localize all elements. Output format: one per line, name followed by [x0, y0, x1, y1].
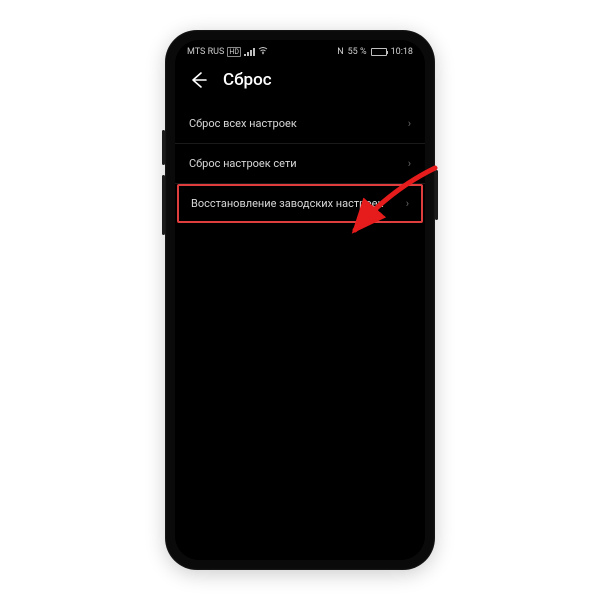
power-button	[435, 170, 438, 220]
list-item-reset-all[interactable]: Сброс всех настроек ›	[175, 104, 425, 144]
signal-icon	[244, 48, 255, 56]
list-item-label: Сброс всех настроек	[189, 117, 297, 130]
nfc-icon: N	[337, 47, 343, 57]
header: Сброс	[175, 60, 425, 104]
carrier-label: MTS RUS	[187, 47, 224, 57]
list-item-reset-network[interactable]: Сброс настроек сети ›	[175, 144, 425, 184]
battery-percentage: 55 %	[348, 47, 367, 57]
network-badge: HD	[227, 47, 241, 57]
battery-icon	[371, 48, 387, 56]
status-left: MTS RUS HD	[187, 47, 268, 58]
screen: MTS RUS HD N 55 % 10:18	[175, 40, 425, 560]
settings-list: Сброс всех настроек › Сброс настроек сет…	[175, 104, 425, 223]
status-bar: MTS RUS HD N 55 % 10:18	[175, 40, 425, 60]
volume-up-button	[162, 130, 165, 165]
status-right: N 55 % 10:18	[337, 47, 413, 57]
chevron-right-icon: ›	[406, 197, 409, 210]
arrow-left-icon	[189, 71, 207, 89]
chevron-right-icon: ›	[408, 157, 411, 170]
wifi-icon	[258, 47, 268, 58]
back-button[interactable]	[189, 71, 207, 89]
clock: 10:18	[391, 47, 413, 57]
volume-down-button	[162, 175, 165, 235]
phone-frame: MTS RUS HD N 55 % 10:18	[165, 30, 435, 570]
page-title: Сброс	[223, 70, 272, 90]
list-item-label: Восстановление заводских настроек	[191, 197, 383, 210]
list-item-factory-reset[interactable]: Восстановление заводских настроек ›	[177, 184, 423, 223]
chevron-right-icon: ›	[408, 117, 411, 130]
list-item-label: Сброс настроек сети	[189, 157, 297, 170]
